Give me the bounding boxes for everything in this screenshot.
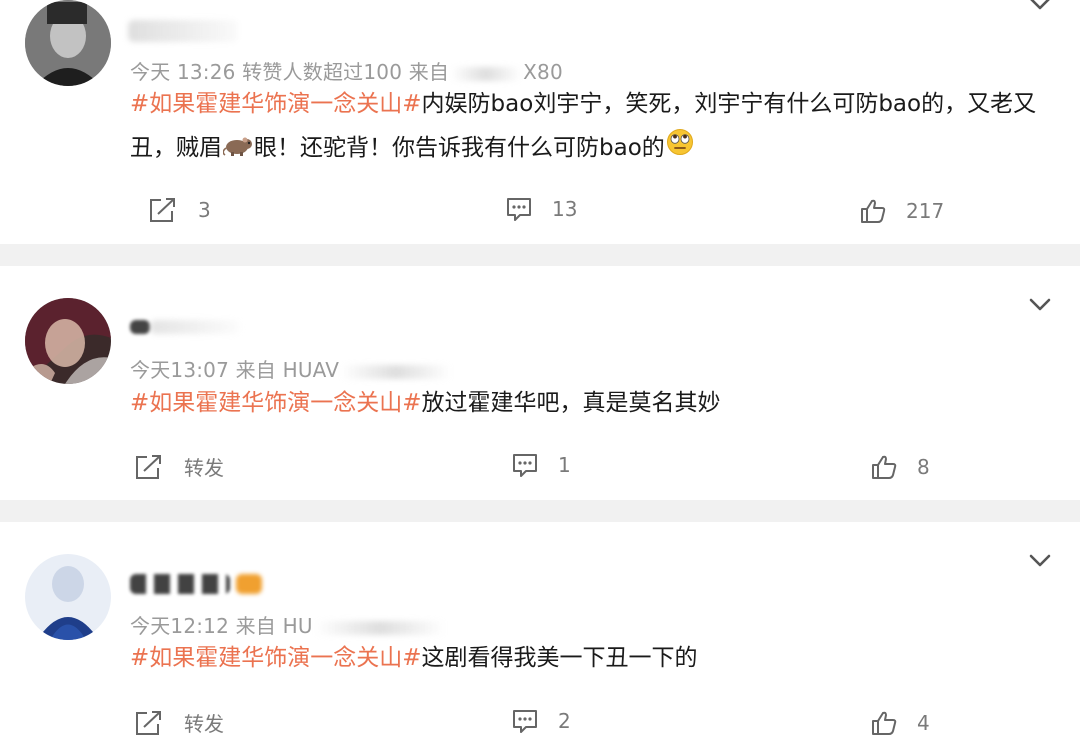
post-time: 今天13:07: [130, 358, 230, 382]
repost-count: 3: [198, 198, 211, 222]
like-count: 4: [917, 711, 930, 735]
post-body: 这剧看得我美一下丑一下的: [421, 645, 698, 671]
post-from: 来自: [235, 358, 277, 382]
post-text: #如果霍建华饰演一念关山#内娱防bao刘宇宁，笑死，刘宇宁有什么可防bao的，又…: [130, 82, 1055, 171]
username[interactable]: [130, 320, 150, 334]
avatar[interactable]: [25, 298, 111, 384]
post-device: HUAV: [282, 358, 340, 382]
post-meta: 今天12:12 来自 HU: [130, 610, 447, 639]
avatar[interactable]: [25, 554, 111, 640]
thumbs-up-icon: [872, 711, 897, 735]
post-3: 今天12:12 来自 HU #如果霍建华饰演一念关山#这剧看得我美一下丑一下的 …: [0, 522, 1080, 744]
comment-count: 13: [552, 197, 578, 221]
post-2: 今天13:07 来自 HUAV #如果霍建华饰演一念关山#放过霍建华吧，真是莫名…: [0, 266, 1080, 500]
post-separator: [0, 244, 1080, 266]
device-blur: [451, 66, 522, 81]
post-meta: 今天 13:26 转赞人数超过100 来自 X80: [130, 56, 563, 85]
post-meta: 今天13:07 来自 HUAV: [130, 354, 453, 383]
repost-label: 转发: [184, 456, 224, 480]
comment-button[interactable]: 1: [512, 452, 571, 478]
hashtag-link[interactable]: #如果霍建华饰演一念关山#: [130, 91, 422, 117]
post-body-2: 眼！还驼背！你告诉我有什么可防bao的: [254, 135, 665, 161]
post-body: 放过霍建华吧，真是莫名其妙: [421, 390, 721, 416]
chevron-down-icon[interactable]: [1027, 291, 1053, 317]
repost-label: 转发: [184, 712, 224, 736]
repost-button[interactable]: 转发: [134, 452, 224, 481]
device-blur: [341, 364, 452, 379]
repost-icon: [136, 454, 161, 479]
comment-icon: [507, 198, 531, 221]
like-button[interactable]: 8: [871, 454, 930, 480]
post-from: 来自: [408, 60, 450, 84]
comment-count: 2: [558, 709, 571, 733]
comment-button[interactable]: 2: [512, 708, 571, 734]
repost-button[interactable]: 转发: [134, 708, 224, 737]
like-button[interactable]: 217: [860, 198, 944, 224]
post-text: #如果霍建华饰演一念关山#放过霍建华吧，真是莫名其妙: [130, 381, 1055, 425]
post-note: 转赞人数超过100: [242, 60, 403, 84]
device-blur: [314, 620, 445, 635]
post-time: 今天12:12: [130, 614, 230, 638]
user-badge: [236, 574, 262, 594]
face-with-rolling-eyes-emoji: [666, 127, 694, 171]
repost-icon: [136, 710, 161, 735]
avatar[interactable]: [25, 0, 111, 86]
username[interactable]: [130, 574, 230, 594]
weibo-feed: 今天 13:26 转赞人数超过100 来自 X80 #如果霍建华饰演一念关山#内娱…: [0, 0, 1080, 744]
rat-emoji: [222, 127, 253, 171]
comment-button[interactable]: 13: [506, 196, 577, 222]
post-separator: [0, 500, 1080, 522]
hashtag-link[interactable]: #如果霍建华饰演一念关山#: [130, 390, 422, 416]
post-device: HU: [282, 614, 313, 638]
chevron-down-icon[interactable]: [1027, 0, 1053, 16]
post-text: #如果霍建华饰演一念关山#这剧看得我美一下丑一下的: [130, 636, 1055, 680]
comment-count: 1: [558, 453, 571, 477]
post-1: 今天 13:26 转赞人数超过100 来自 X80 #如果霍建华饰演一念关山#内娱…: [0, 0, 1080, 244]
like-button[interactable]: 4: [871, 710, 930, 736]
hashtag-link[interactable]: #如果霍建华饰演一念关山#: [130, 645, 422, 671]
post-from: 来自: [235, 614, 277, 638]
repost-icon: [150, 198, 175, 222]
comment-icon: [513, 710, 537, 733]
chevron-down-icon[interactable]: [1027, 547, 1053, 573]
post-device: X80: [523, 60, 563, 84]
thumbs-up-icon: [861, 199, 886, 223]
comment-icon: [513, 454, 537, 477]
username-blur: [150, 320, 240, 334]
repost-button[interactable]: 3: [148, 196, 211, 224]
thumbs-up-icon: [872, 455, 897, 479]
post-time: 今天 13:26: [130, 60, 236, 84]
like-count: 217: [906, 199, 945, 223]
username[interactable]: [128, 20, 238, 42]
like-count: 8: [917, 455, 930, 479]
